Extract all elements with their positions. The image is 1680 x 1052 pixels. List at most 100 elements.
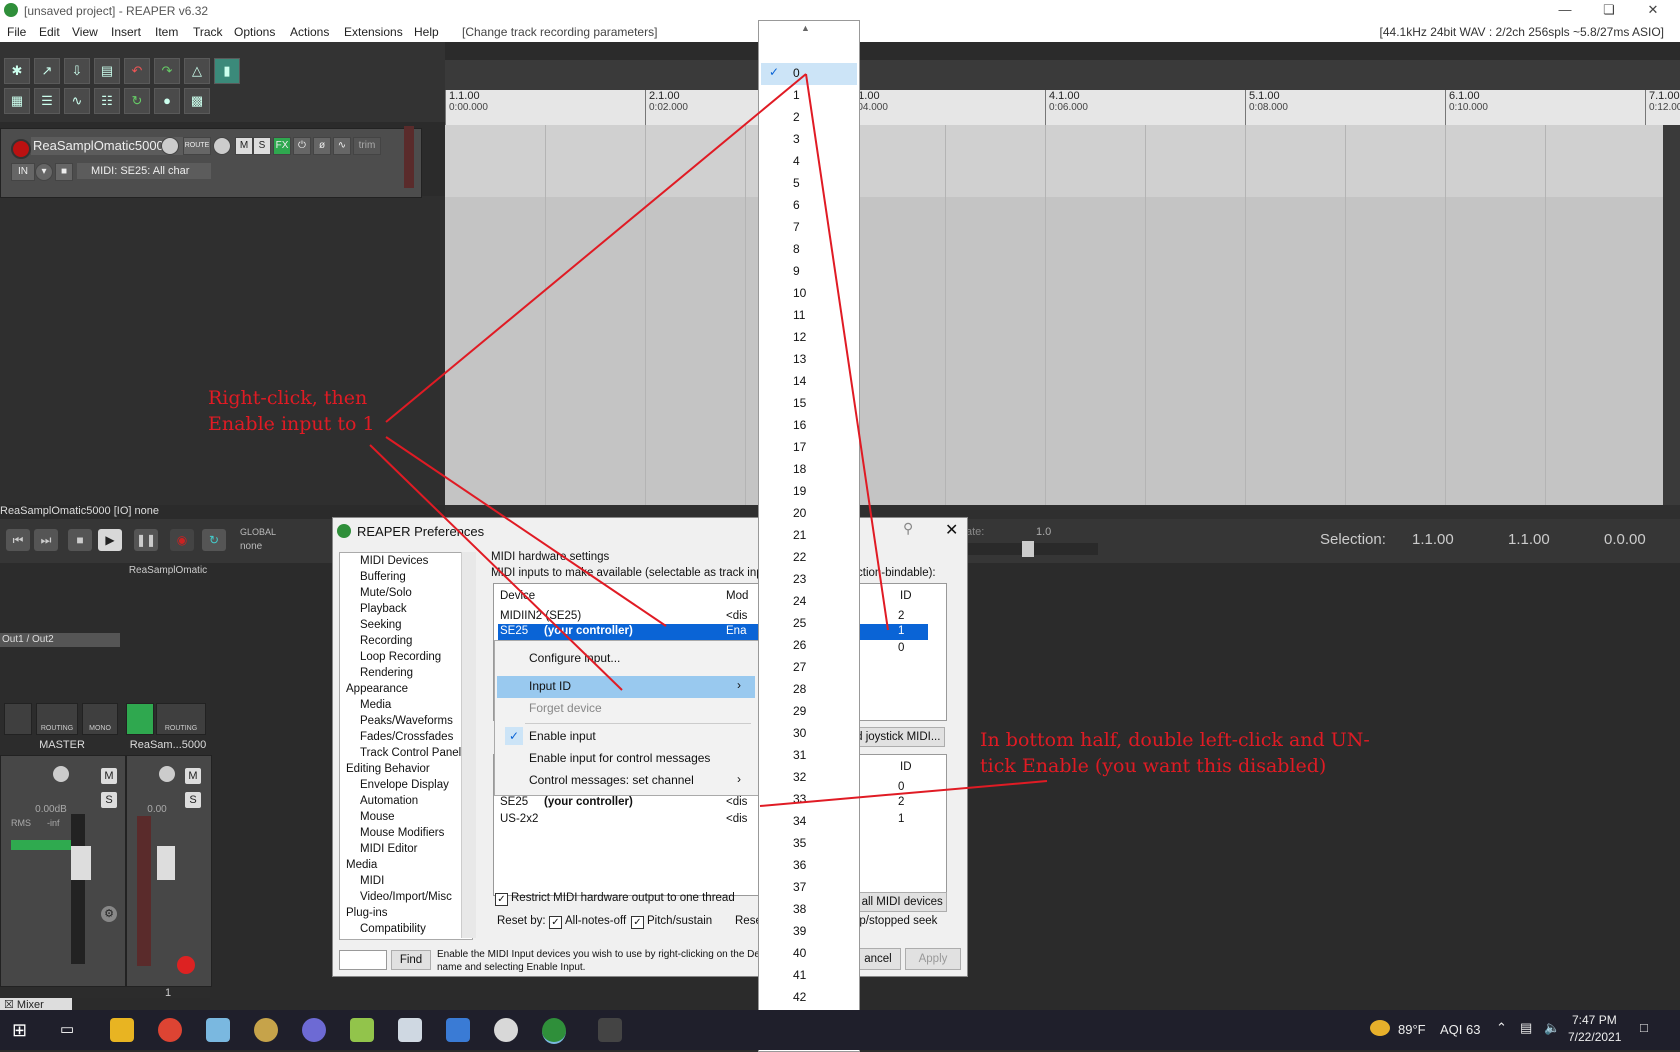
global-automation-mode[interactable]: none [240,541,262,552]
id-list-item[interactable]: 41 [793,968,806,982]
undo-icon[interactable]: ↶ [124,58,150,84]
volume-knob[interactable] [161,137,179,155]
id-list-item[interactable]: 38 [793,902,806,916]
lock-icon[interactable]: ● [154,88,180,114]
envelope-button-icon[interactable]: ∿ [333,137,351,155]
solo-button[interactable]: S [253,137,271,155]
media-icon[interactable] [302,1018,326,1042]
menu-item-input-id[interactable]: Input ID [529,679,571,693]
cancel-button[interactable]: ancel [855,948,901,970]
id-list-item[interactable]: 8 [793,242,800,256]
envelope-icon[interactable]: ∿ [64,88,90,114]
input-row-mode[interactable]: Ena [726,625,746,637]
weather-temperature[interactable]: 89°F [1398,1022,1426,1037]
monitor-icon[interactable]: ■ [55,163,73,181]
id-list-item[interactable]: 16 [793,418,806,432]
tree-item[interactable]: Mouse Modifiers [360,827,444,839]
id-list-item[interactable]: 23 [793,572,806,586]
input-monitor-button[interactable]: IN [11,163,35,181]
restrict-output-checkbox[interactable]: ✓ Restrict MIDI hardware output to one th… [495,892,735,906]
ruler[interactable]: 1.1.00 0:00.000 2.1.00 0:02.000 3.1.00 0:04… [445,90,1680,125]
id-list-item[interactable]: 42 [793,990,806,1004]
record-arm-button[interactable] [11,139,31,159]
id-list-item[interactable]: 32 [793,770,806,784]
id-list-item[interactable]: 35 [793,836,806,850]
repeat-icon[interactable]: ↻ [202,529,226,551]
trim-button[interactable]: trim [353,137,381,155]
tree-item[interactable]: Appearance [346,683,408,695]
tree-item[interactable]: MIDI Editor [360,843,418,855]
tree-item[interactable]: Media [346,859,377,871]
add-joystick-midi-button[interactable]: ld joystick MIDI... [849,727,945,747]
fx-button[interactable]: FX [273,137,291,155]
notepad-icon[interactable] [398,1018,422,1042]
tree-item[interactable]: Peaks/Waveforms [360,715,453,727]
id-list-item[interactable]: 6 [793,198,800,212]
app-icon[interactable] [206,1018,230,1042]
stopped-seek-checkbox[interactable]: op/stopped seek [853,915,937,927]
id-list-item[interactable]: 26 [793,638,806,652]
app-icon[interactable] [350,1018,374,1042]
menu-item-enable-input[interactable]: Enable input [529,729,596,743]
id-list-item[interactable]: 9 [793,264,800,278]
go-to-start-icon[interactable]: ⏮ [6,529,30,551]
id-list-item[interactable]: 40 [793,946,806,960]
clock-time[interactable]: 7:47 PM [1572,1013,1617,1027]
output-row-id[interactable]: 0 [898,781,904,793]
menu-edit[interactable]: Edit [39,25,60,39]
tree-item[interactable]: Envelope Display [360,779,449,791]
tree-item[interactable]: Plug-ins [346,907,388,919]
snap-icon[interactable]: ▮ [214,58,240,84]
preferences-tree[interactable]: MIDI Devices Buffering Mute/Solo Playbac… [339,552,473,940]
menu-insert[interactable]: Insert [111,25,141,39]
ripple-icon[interactable]: ☰ [34,88,60,114]
id-list-item[interactable]: 37 [793,880,806,894]
loop-icon[interactable]: ↻ [124,88,150,114]
chevron-down-icon[interactable]: ▾ [35,163,53,181]
vertical-scrollbar[interactable] [1663,125,1680,505]
calculator-icon[interactable] [446,1018,470,1042]
id-list-item[interactable]: 4 [793,154,800,168]
menu-item[interactable]: Item [155,25,178,39]
tree-scrollbar[interactable] [461,552,476,938]
menu-help[interactable]: Help [414,25,439,39]
track-record-arm-icon[interactable] [177,956,195,974]
master-pan-knob[interactable] [53,766,69,782]
paint-icon[interactable] [254,1018,278,1042]
id-list-item[interactable]: 18 [793,462,806,476]
track-routing-button[interactable]: ROUTING [156,703,206,735]
id-list-item[interactable]: 10 [793,286,806,300]
grid-icon[interactable]: ▦ [4,88,30,114]
selection-start[interactable]: 1.1.00 [1412,531,1454,548]
tree-item[interactable]: Mute/Solo [360,587,412,599]
output-selector[interactable]: Out1 / Out2 [0,633,120,647]
menu-actions[interactable]: Actions [290,25,329,39]
id-list-item[interactable]: 39 [793,924,806,938]
id-list-item[interactable]: 14 [793,374,806,388]
id-list-item[interactable]: 24 [793,594,806,608]
track-pan-knob[interactable] [159,766,175,782]
id-list-item[interactable]: 29 [793,704,806,718]
menu-options[interactable]: Options [234,25,275,39]
clock-date[interactable]: 7/22/2021 [1568,1030,1621,1044]
id-list-item[interactable]: 11 [793,308,805,322]
menu-track[interactable]: Track [193,25,223,39]
reaper-taskbar-icon[interactable] [542,1018,566,1044]
menu-item-configure-input[interactable]: Configure input... [529,651,620,665]
record-input-selector[interactable]: MIDI: SE25: All char [77,163,211,179]
tree-item[interactable]: Playback [360,603,407,615]
id-list-item[interactable]: 22 [793,550,806,564]
master-solo-button[interactable]: S [101,792,117,808]
input-row-id[interactable]: 0 [898,642,904,654]
open-project-icon[interactable]: ↗ [34,58,60,84]
id-list-item[interactable]: 34 [793,814,806,828]
column-header-mode[interactable]: Mod [726,590,748,602]
track-lane[interactable] [445,125,1663,197]
task-view-icon[interactable]: ▭ [60,1020,74,1038]
output-row-device[interactable]: US-2x2 [500,813,538,825]
input-id-list[interactable]: ▲ ✓ 0 1 2 3 4 5 6 7 8 9 10 11 12 13 14 15 16 17 18 19 20 21 22… [758,20,860,1052]
master-routing-button[interactable]: ROUTING [36,703,78,735]
tree-item[interactable]: MIDI [360,875,384,887]
track-control-panel[interactable]: ReaSamplOmatic5000 ROUTE M S FX ⏻ ø ∿ tr… [0,128,422,198]
tree-item[interactable]: Editing Behavior [346,763,430,775]
